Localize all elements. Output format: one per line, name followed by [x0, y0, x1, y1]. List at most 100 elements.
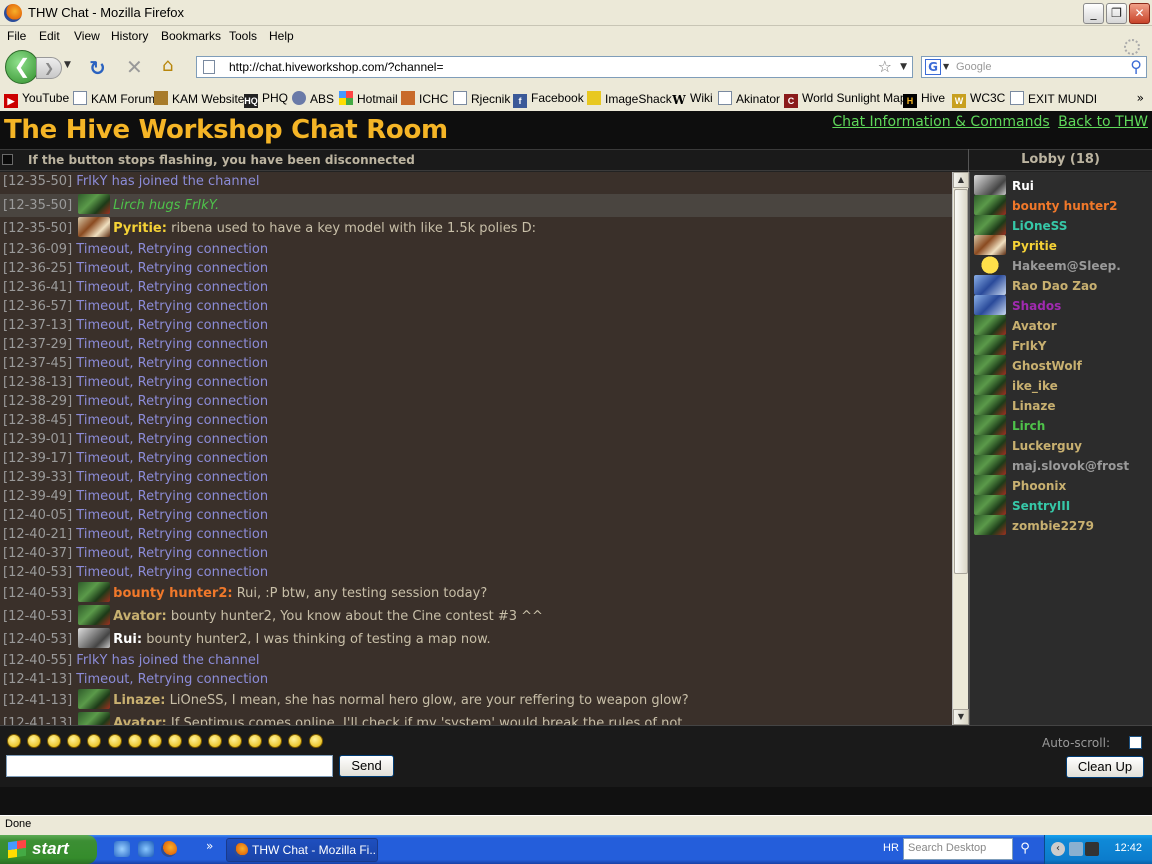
forward-button[interactable]: ❯ [36, 57, 62, 79]
smiley-laugh-icon[interactable] [248, 734, 263, 748]
smiley-hmm-icon[interactable] [187, 734, 202, 748]
stop-icon[interactable]: ✕ [126, 55, 143, 79]
user-list-item[interactable]: Avator [974, 315, 1057, 335]
user-name[interactable]: Lirch [1012, 419, 1045, 433]
search-box[interactable]: G ▼ Google ⚲ [921, 39, 1147, 78]
bookmark-wc3c[interactable]: W WC3C [952, 91, 1005, 108]
chat-scrollbar[interactable]: ▲ ▼ [952, 172, 969, 725]
minimize-button[interactable]: _ [1083, 3, 1104, 24]
user-name[interactable]: Rui [1012, 179, 1034, 193]
message-username[interactable]: Linaze: [113, 693, 165, 708]
user-list-item[interactable]: SentryIII [974, 495, 1070, 515]
smiley-sad-icon[interactable] [107, 734, 122, 748]
menu-edit[interactable]: Edit [39, 29, 60, 43]
user-list-item[interactable]: Phoonix [974, 475, 1066, 495]
bookmark-akinator[interactable]: Akinator [718, 91, 780, 106]
scroll-down-icon[interactable]: ▼ [953, 709, 969, 725]
connection-indicator-button[interactable] [2, 154, 13, 165]
user-list-item[interactable]: FrIkY [974, 335, 1046, 355]
taskbar-firefox-item[interactable]: THW Chat - Mozilla Fi... [226, 838, 378, 862]
message-username[interactable]: Avator: [113, 716, 167, 725]
message-username[interactable]: Avator: [113, 609, 167, 624]
user-name[interactable]: Phoonix [1012, 479, 1066, 493]
scroll-up-icon[interactable]: ▲ [953, 172, 969, 188]
user-name[interactable]: Luckerguy [1012, 439, 1082, 453]
user-list-item[interactable]: Pyritie [974, 235, 1057, 255]
close-button[interactable]: ✕ [1129, 3, 1150, 24]
menu-help[interactable]: Help [269, 29, 294, 43]
ie-icon[interactable] [138, 841, 154, 857]
user-name[interactable]: FrIkY [1012, 339, 1046, 353]
bookmark-rjecnik[interactable]: Rjecnik [453, 91, 510, 106]
user-name[interactable]: Pyritie [1012, 239, 1057, 253]
user-list-item[interactable]: maj.slovok@frost [974, 455, 1129, 475]
chat-messages[interactable]: [12-35-50] FrIkY has joined the channel[… [0, 172, 952, 725]
back-button[interactable]: ❮ [5, 50, 39, 84]
user-name[interactable]: ike_ike [1012, 379, 1058, 393]
user-list-item[interactable]: LiOneSS [974, 215, 1067, 235]
desktop-search-icon[interactable]: ⚲ [1015, 838, 1035, 860]
user-name[interactable]: bounty hunter2 [1012, 199, 1117, 213]
user-list-item[interactable]: Lirch [974, 415, 1045, 435]
user-name[interactable]: Rao Dao Zao [1012, 279, 1097, 293]
smiley-happy-icon[interactable] [127, 734, 142, 748]
menu-view[interactable]: View [74, 29, 100, 43]
menu-bookmarks[interactable]: Bookmarks [161, 29, 221, 43]
smiley-eek-icon[interactable] [228, 734, 243, 748]
user-name[interactable]: LiOneSS [1012, 219, 1067, 233]
bookmark-phq[interactable]: HQ PHQ [244, 91, 288, 108]
user-name[interactable]: maj.slovok@frost [1012, 459, 1129, 473]
bookmark-world-sunlight-map[interactable]: C World Sunlight Map [784, 91, 907, 108]
menu-file[interactable]: File [7, 29, 26, 43]
quicklaunch-more-icon[interactable]: » [206, 839, 213, 853]
bookmark-wiki[interactable]: W Wiki [672, 91, 712, 107]
autoscroll-checkbox[interactable] [1129, 736, 1142, 749]
smiley-cool-icon[interactable] [47, 734, 62, 748]
search-icon[interactable]: ⚲ [1130, 57, 1142, 76]
home-icon[interactable]: ⌂ [162, 55, 173, 76]
reload-icon[interactable]: ↻ [89, 56, 106, 80]
user-list-item[interactable]: zombie2279 [974, 515, 1094, 535]
menu-tools[interactable]: Tools [229, 29, 257, 43]
search-placeholder[interactable]: Google [956, 61, 991, 73]
engine-dropdown-icon[interactable]: ▼ [943, 62, 949, 71]
google-engine-icon[interactable]: G [925, 59, 941, 75]
user-name[interactable]: GhostWolf [1012, 359, 1082, 373]
smiley-blush-icon[interactable] [288, 734, 303, 748]
smiley-grin-icon[interactable] [87, 734, 102, 748]
smiley-glasses-icon[interactable] [308, 734, 323, 748]
message-username[interactable]: Rui: [113, 632, 142, 647]
bookmark-hotmail[interactable]: Hotmail [339, 91, 398, 106]
user-name[interactable]: Linaze [1012, 399, 1056, 413]
network-icon[interactable] [1069, 842, 1083, 856]
message-username[interactable]: Pyritie: [113, 221, 167, 236]
menu-history[interactable]: History [111, 29, 148, 43]
bookmark-kam-forum[interactable]: KAM Forum [73, 91, 155, 106]
user-name[interactable]: Hakeem@Sleep. [1012, 259, 1121, 273]
chevron-more-icon[interactable]: » [1137, 91, 1144, 105]
user-list-item[interactable]: Hakeem@Sleep. [974, 255, 1121, 275]
url-bar[interactable]: http://chat.hiveworkshop.com/?channel= ☆… [196, 56, 913, 78]
chat-input[interactable] [6, 755, 333, 777]
bookmark-exit-mundi[interactable]: EXIT MUNDI [1010, 91, 1097, 106]
bookmark-kam-website[interactable]: KAM Website [154, 91, 244, 106]
back-to-thw-link[interactable]: Back to THW [1058, 114, 1148, 130]
firefox-quicklaunch-icon[interactable] [161, 841, 177, 857]
smiley-smile-icon[interactable] [7, 734, 21, 748]
smiley-confused-icon[interactable] [67, 734, 82, 748]
user-name[interactable]: SentryIII [1012, 499, 1070, 513]
user-list-item[interactable]: Luckerguy [974, 435, 1082, 455]
user-name[interactable]: zombie2279 [1012, 519, 1094, 533]
user-list-item[interactable]: Shados [974, 295, 1061, 315]
user-name[interactable]: Avator [1012, 319, 1057, 333]
smiley-tongue-icon[interactable] [268, 734, 283, 748]
start-button[interactable]: start [0, 835, 97, 864]
tray-expand-icon[interactable]: ‹ [1051, 842, 1065, 856]
smiley-wink-icon[interactable] [167, 734, 182, 748]
desktop-search-input[interactable]: Search Desktop [903, 838, 1013, 860]
user-list-item[interactable]: GhostWolf [974, 355, 1082, 375]
bookmark-star-icon[interactable]: ☆ [878, 57, 892, 76]
send-button[interactable]: Send [339, 755, 394, 777]
bookmark-facebook[interactable]: f Facebook [513, 91, 584, 108]
smiley-unsure-icon[interactable] [27, 734, 42, 748]
